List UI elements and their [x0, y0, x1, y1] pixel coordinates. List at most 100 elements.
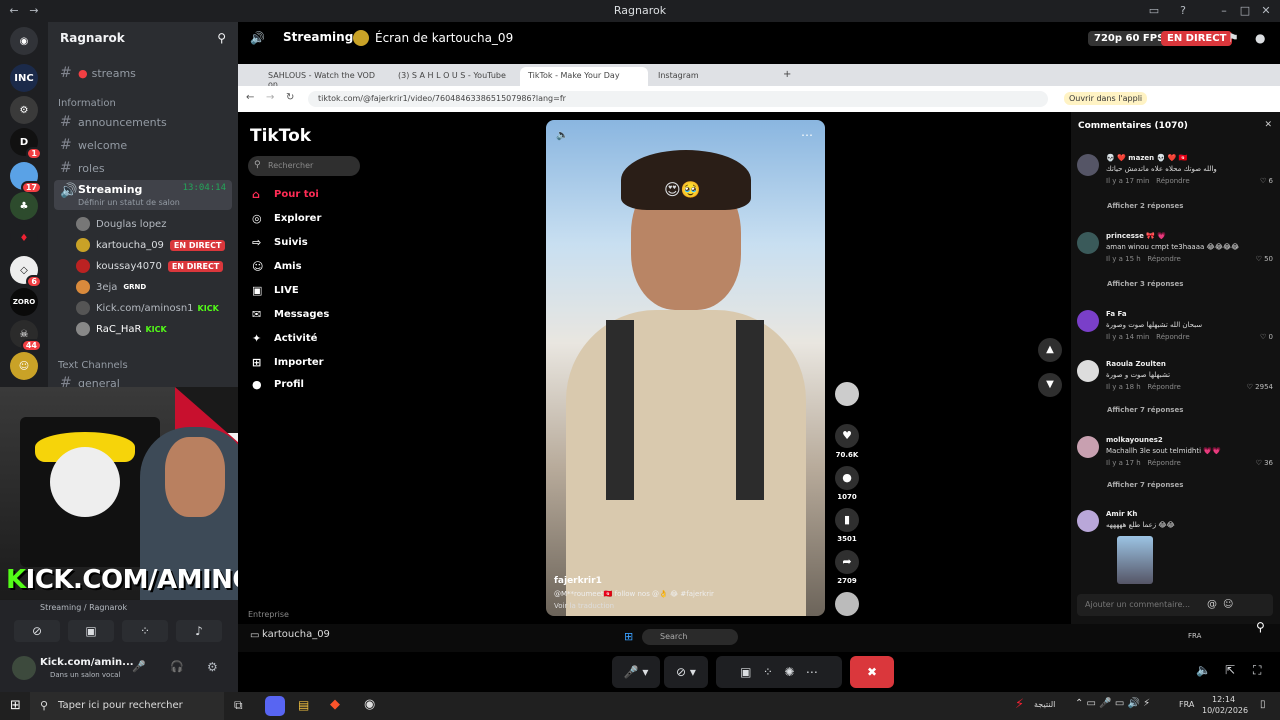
next-video-button[interactable]: ▼ — [1038, 373, 1062, 397]
close-icon[interactable]: ✕ — [1258, 3, 1274, 19]
add-comment-input[interactable]: Ajouter un commentaire... — [1077, 594, 1273, 616]
clock-time[interactable]: 12:14 — [1212, 695, 1235, 704]
voice-user[interactable]: koussay4070 EN DIRECT — [76, 257, 232, 275]
reply-button[interactable]: Répondre — [1147, 459, 1181, 467]
channel-roles[interactable]: # roles — [54, 158, 232, 178]
translate-link[interactable]: Voir la traduction — [554, 602, 614, 610]
channel-status[interactable]: Définir un statut de salon — [78, 198, 180, 207]
nav-friends[interactable]: ☺ Amis — [252, 260, 302, 273]
invite-icon[interactable]: ⚲ — [217, 31, 226, 45]
avatar[interactable] — [12, 656, 36, 680]
server-icon[interactable]: ☠ 44 — [10, 320, 42, 352]
comment-image[interactable] — [1117, 536, 1153, 584]
category-information[interactable]: Information — [58, 98, 116, 109]
start-icon[interactable]: ⊞ — [10, 698, 21, 713]
microphone-button[interactable]: 🎤 ▾ — [612, 656, 660, 688]
comment-likes[interactable]: ♡ 0 — [1260, 333, 1273, 341]
voice-connection[interactable]: Streaming / Ragnarok — [40, 603, 127, 612]
voice-user[interactable]: Kick.com/aminosn1 KICK — [76, 299, 232, 317]
save-button[interactable]: ▮ 3501 — [834, 508, 860, 543]
share-button[interactable]: ➦ 2709 — [834, 550, 860, 585]
tray-lang[interactable]: FRA — [1179, 700, 1194, 709]
url-field[interactable]: tiktok.com/@fajerkrir1/video/76048463386… — [308, 91, 1048, 107]
microphone-icon[interactable]: 🎤 — [132, 660, 146, 673]
headphones-icon[interactable]: 🎧 — [170, 660, 184, 673]
forward-icon[interactable]: → — [266, 92, 274, 103]
app-tray-icon[interactable]: ⚡ — [1015, 697, 1024, 712]
chrome-icon[interactable]: ◉ — [364, 697, 375, 712]
category-text-channels[interactable]: Text Channels — [58, 360, 128, 371]
nav-following[interactable]: ⇨ Suivis — [252, 236, 308, 249]
comment-likes[interactable]: ♡ 36 — [1256, 459, 1273, 467]
comment-likes[interactable]: ♡ 6 — [1260, 177, 1273, 185]
server-icon[interactable]: ♣ — [10, 192, 38, 220]
activities-button[interactable]: ⁘ — [122, 620, 168, 642]
discord-home-icon[interactable]: ◉ — [10, 27, 38, 55]
video-player[interactable]: 😍🥹 🔈 ⋯ fajerkrir1 @M**roumeet🇹🇳 follow n… — [546, 120, 825, 616]
share-controls[interactable]: ▣ ⁘ ✺ ⋯ — [716, 656, 842, 688]
channel-announcements[interactable]: # announcements — [54, 112, 232, 132]
show-replies-button[interactable]: Afficher 7 réponses — [1107, 406, 1183, 414]
disconnect-button[interactable]: ✖ — [850, 656, 894, 688]
back-icon[interactable]: ← — [246, 92, 254, 103]
taskbar-search[interactable]: Taper ici pour rechercher — [30, 692, 224, 720]
popout-icon[interactable]: ⇱ — [1225, 663, 1235, 677]
reply-button[interactable]: Répondre — [1147, 255, 1181, 263]
reply-button[interactable]: Répondre — [1147, 383, 1181, 391]
server-icon[interactable]: ZORO — [10, 288, 38, 316]
emoji-icon[interactable]: ☺ — [1223, 599, 1233, 610]
comment-button[interactable]: ● 1070 — [834, 466, 860, 501]
avatar[interactable] — [1077, 232, 1099, 254]
pin-icon[interactable]: ⚑ — [1228, 31, 1239, 45]
camera-off-button[interactable]: ⊘ — [14, 620, 60, 642]
tray-icons[interactable]: ⌃ ▭ 🎤 ▭ 🔊 ⚡ — [1075, 698, 1150, 709]
reload-icon[interactable]: ↻ — [286, 92, 294, 103]
previous-video-button[interactable]: ▲ — [1038, 338, 1062, 362]
settings-icon[interactable]: ⚙ — [207, 660, 218, 674]
nav-live[interactable]: ▣ LIVE — [252, 284, 299, 297]
server-icon[interactable]: ◇ 6 — [10, 256, 42, 288]
help-icon[interactable]: ? — [1175, 3, 1191, 19]
tiktok-logo[interactable]: TikTok — [250, 126, 311, 146]
reply-button[interactable]: Répondre — [1156, 177, 1190, 185]
new-tab-icon[interactable]: + — [783, 69, 791, 80]
video-author[interactable]: fajerkrir1 — [554, 576, 602, 586]
zoom-icon[interactable]: ⚲ — [1256, 620, 1265, 634]
nav-explore[interactable]: ◎ Explorer — [252, 212, 321, 225]
soundboard-button[interactable]: ♪ — [176, 620, 222, 642]
task-view-icon[interactable]: ⧉ — [234, 698, 243, 713]
sound-disc[interactable] — [834, 592, 860, 616]
discord-taskbar-icon[interactable] — [265, 696, 285, 716]
guild-header[interactable]: Ragnarok ⚲ — [48, 22, 238, 54]
channel-streams[interactable]: # ● streams — [54, 63, 232, 83]
server-icon[interactable]: ⚙ — [10, 96, 38, 124]
notification-icon[interactable]: ▯ — [1260, 699, 1266, 710]
mute-icon[interactable]: 🔈 — [556, 130, 568, 141]
maximize-icon[interactable]: □ — [1237, 3, 1253, 19]
screen-share-button[interactable]: ▣ — [68, 620, 114, 642]
creator-avatar[interactable] — [834, 382, 860, 406]
comment-likes[interactable]: ♡ 2954 — [1247, 383, 1273, 391]
nav-profile[interactable]: ● Profil — [252, 378, 304, 391]
more-icon[interactable]: ⋯ — [801, 128, 813, 142]
tab-kick[interactable]: SAHLOUS - Watch the VOD on — [260, 67, 388, 89]
nav-messages[interactable]: ✉ Messages — [252, 308, 329, 321]
server-icon[interactable]: D1 — [10, 128, 42, 160]
avatar[interactable] — [1077, 436, 1099, 458]
clock-date[interactable]: 10/02/2026 — [1202, 706, 1248, 715]
avatar[interactable] — [1077, 154, 1099, 176]
voice-user[interactable]: 3eja GRND — [76, 278, 232, 296]
show-replies-button[interactable]: Afficher 2 réponses — [1107, 202, 1183, 210]
tab-instagram[interactable]: Instagram — [650, 67, 778, 86]
mention-icon[interactable]: @ — [1207, 599, 1217, 610]
server-icon[interactable]: INC — [10, 64, 38, 92]
open-in-app-button[interactable]: Ouvrir dans l'appli — [1064, 92, 1148, 105]
avatar[interactable] — [1077, 310, 1099, 332]
avatar[interactable] — [1077, 360, 1099, 382]
voice-user[interactable]: kartoucha_09 EN DIRECT — [76, 236, 232, 254]
server-icon[interactable]: 17 — [10, 162, 42, 194]
brave-icon[interactable]: ◆ — [330, 697, 340, 712]
minimize-icon[interactable]: – — [1216, 3, 1232, 19]
nav-upload[interactable]: ⊞ Importer — [252, 356, 324, 369]
voice-user[interactable]: RaC_HaR KICK — [76, 320, 232, 338]
